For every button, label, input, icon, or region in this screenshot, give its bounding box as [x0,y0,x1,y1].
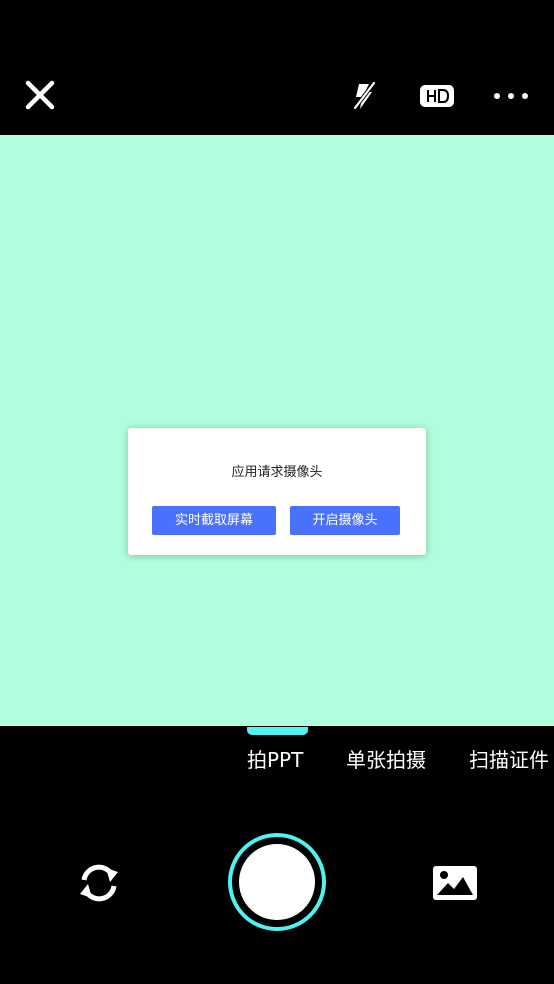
mode-tab-scan-id[interactable]: 扫描证件 [469,745,549,775]
flash-off-icon [353,81,376,110]
more-dots-icon [494,93,528,99]
hd-icon [420,85,454,107]
switch-camera-icon [80,864,118,902]
top-bar [0,0,554,135]
gallery-button[interactable] [430,860,480,906]
switch-camera-button[interactable] [74,858,124,908]
shutter-inner-circle [239,844,315,920]
camera-screen: 应用请求摄像头 实时截取屏幕 开启摄像头 拍PPT 单张拍摄 扫描证件 [0,0,554,984]
flash-toggle-button[interactable] [344,76,384,116]
dialog-title: 应用请求摄像头 [231,465,323,480]
mode-tab-ppt[interactable]: 拍PPT [247,745,303,775]
mode-tab-single-shot[interactable]: 单张拍摄 [346,745,426,775]
open-camera-button[interactable]: 开启摄像头 [290,506,400,535]
camera-permission-dialog: 应用请求摄像头 实时截取屏幕 开启摄像头 [128,428,426,555]
close-icon [25,80,55,110]
active-mode-indicator [247,727,308,735]
hd-toggle-button[interactable] [417,80,457,112]
close-button[interactable] [20,75,60,115]
capture-screen-button[interactable]: 实时截取屏幕 [152,506,276,535]
shutter-button[interactable] [228,833,326,931]
gallery-icon [433,866,477,900]
more-options-button[interactable] [489,80,533,112]
